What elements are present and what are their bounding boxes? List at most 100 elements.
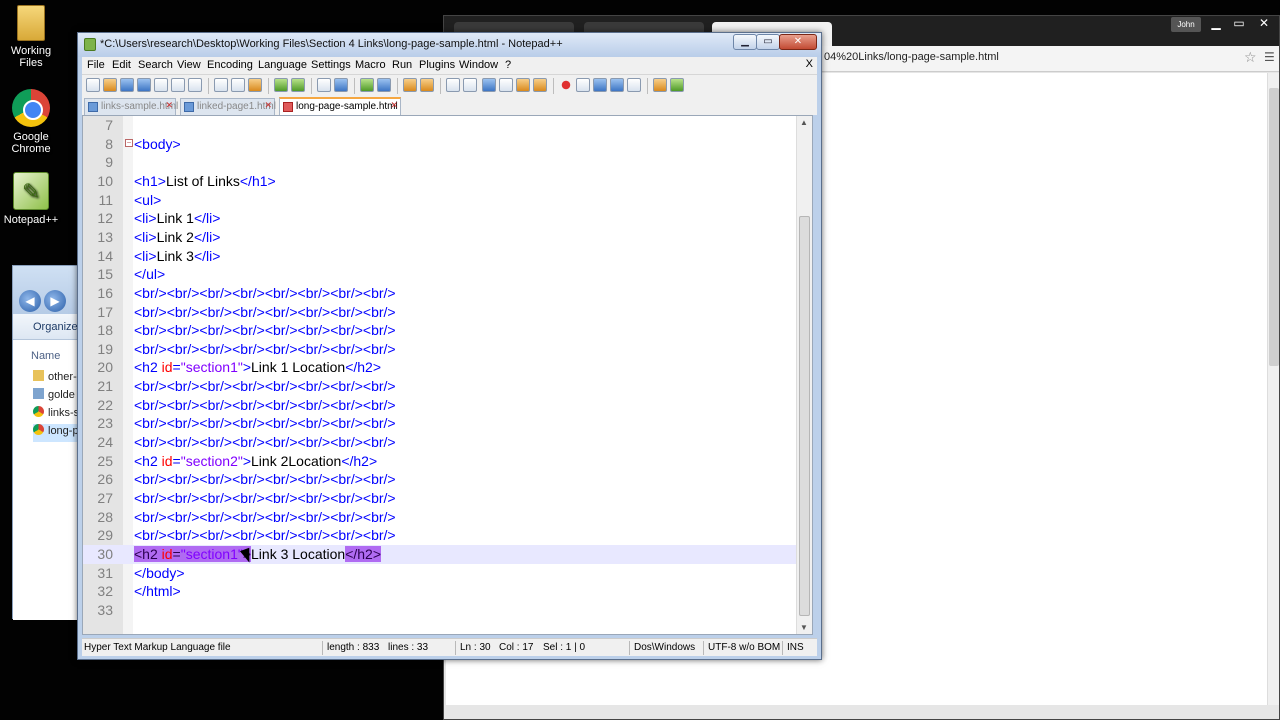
maximize-icon[interactable]: ▭ (1229, 16, 1249, 31)
save-icon[interactable] (120, 78, 134, 92)
close-document-icon[interactable]: X (806, 58, 813, 70)
menu-icon[interactable]: ☰ (1264, 50, 1275, 64)
column-header-name[interactable]: Name (31, 350, 60, 362)
record-macro-icon[interactable] (559, 78, 573, 92)
code-line[interactable]: 11 <ul> (83, 191, 798, 210)
tab-linked-page1[interactable]: linked-page1.html ✕ (180, 98, 276, 115)
code-line[interactable]: 21 <br/><br/><br/><br/><br/><br/><br/><br… (83, 377, 798, 396)
code-line[interactable]: 17 <br/><br/><br/><br/><br/><br/><br/><br… (83, 303, 798, 322)
desktop-icon-google-chrome[interactable]: Google Chrome (0, 89, 63, 155)
code-line[interactable]: 18 <br/><br/><br/><br/><br/><br/><br/><br… (83, 321, 798, 340)
menu-help[interactable]: ? (505, 59, 511, 71)
menu-plugins[interactable]: Plugins (419, 59, 455, 71)
cut-icon[interactable] (214, 78, 228, 92)
sync-horizontal-icon[interactable] (420, 78, 434, 92)
menu-encoding[interactable]: Encoding (207, 59, 253, 71)
minimize-button[interactable]: ▁ (733, 34, 757, 50)
find-icon[interactable] (317, 78, 331, 92)
menu-window[interactable]: Window (459, 59, 498, 71)
code-line[interactable]: 14 <li>Link 3</li> (83, 247, 798, 266)
code-line[interactable]: 13 <li>Link 2</li> (83, 228, 798, 247)
play-macro-icon[interactable] (593, 78, 607, 92)
tab-close-icon[interactable]: ✕ (165, 100, 173, 111)
close-file-icon[interactable] (154, 78, 168, 92)
code-line[interactable]: 24 <br/><br/><br/><br/><br/><br/><br/><br… (83, 433, 798, 452)
code-line[interactable]: 29 <br/><br/><br/><br/><br/><br/><br/><br… (83, 526, 798, 545)
scroll-down-icon[interactable]: ▼ (800, 623, 808, 632)
zoom-out-icon[interactable] (377, 78, 391, 92)
doc-map-icon[interactable] (516, 78, 530, 92)
back-icon[interactable]: ◀ (19, 290, 41, 312)
code-line[interactable]: 30 <h2 id="section1">Link 3 Location</h2> (83, 544, 798, 564)
zoom-in-icon[interactable] (360, 78, 374, 92)
user-language-icon[interactable] (499, 78, 513, 92)
title-bar[interactable]: *C:\Users\research\Desktop\Working Files… (78, 33, 821, 57)
save-all-icon[interactable] (137, 78, 151, 92)
code-line[interactable]: 25 <h2 id="section2">Link 2Location</h2> (83, 452, 798, 471)
scroll-thumb[interactable] (799, 216, 810, 616)
menu-search[interactable]: Search (138, 59, 173, 71)
code-line[interactable]: 16 <br/><br/><br/><br/><br/><br/><br/><br… (83, 284, 798, 303)
redo-icon[interactable] (291, 78, 305, 92)
code-line[interactable]: 27 <br/><br/><br/><br/><br/><br/><br/><br… (83, 489, 798, 508)
menu-language[interactable]: Language (258, 59, 307, 71)
scroll-thumb[interactable] (1269, 88, 1279, 366)
code-line[interactable]: 33 (83, 601, 798, 620)
replace-icon[interactable] (334, 78, 348, 92)
code-line[interactable]: 10 <h1>List of Links</h1> (83, 172, 798, 191)
scroll-up-icon[interactable]: ▲ (800, 118, 808, 127)
code-line[interactable]: 9 (83, 153, 798, 172)
new-file-icon[interactable] (86, 78, 100, 92)
desktop-icon-notepadpp[interactable]: Notepad++ (0, 172, 63, 226)
code-line[interactable]: 20 <h2 id="section1">Link 1 Location</h2> (83, 358, 798, 377)
paste-icon[interactable] (248, 78, 262, 92)
code-line[interactable]: 12 <li>Link 1</li> (83, 209, 798, 228)
menu-edit[interactable]: Edit (112, 59, 131, 71)
code-editor[interactable]: 7 8 − <body> 9 10 <h1>List of Links</h1> 11 <ul>… (82, 115, 813, 635)
menu-view[interactable]: View (177, 59, 201, 71)
tab-long-page-sample[interactable]: long-page-sample.html ✕ (279, 97, 401, 115)
bookmark-star-icon[interactable]: ☆ (1244, 49, 1257, 66)
stop-macro-icon[interactable] (576, 78, 590, 92)
fold-toggle-icon[interactable]: − (125, 138, 133, 147)
spell-check-icon[interactable] (670, 78, 684, 92)
undo-icon[interactable] (274, 78, 288, 92)
organize-button[interactable]: Organize (13, 314, 81, 340)
code-line[interactable]: 32 </html> (83, 582, 798, 601)
menu-run[interactable]: Run (392, 59, 412, 71)
save-macro-icon[interactable] (627, 78, 641, 92)
browser-scrollbar[interactable] (1267, 73, 1279, 705)
code-line[interactable]: 7 (83, 116, 798, 135)
sync-vertical-icon[interactable] (403, 78, 417, 92)
close-button[interactable]: ✕ (779, 34, 817, 50)
plugin-icon[interactable] (653, 78, 667, 92)
minimize-icon[interactable]: ▁ (1206, 16, 1226, 31)
tab-links-sample[interactable]: links-sample.html ✕ (84, 98, 178, 115)
word-wrap-icon[interactable] (446, 78, 460, 92)
code-line[interactable]: 15 </ul> (83, 265, 798, 284)
close-icon[interactable]: ✕ (1254, 16, 1274, 31)
code-line[interactable]: 26 <br/><br/><br/><br/><br/><br/><br/><br… (83, 470, 798, 489)
url-text[interactable]: 04%20Links/long-page-sample.html (824, 51, 999, 63)
code-line[interactable]: 31 </body> (83, 564, 798, 583)
run-macro-multiple-icon[interactable] (610, 78, 624, 92)
function-list-icon[interactable] (533, 78, 547, 92)
tab-close-icon[interactable]: ✕ (390, 100, 398, 111)
tab-close-icon[interactable]: ✕ (264, 100, 272, 111)
menu-macro[interactable]: Macro (355, 59, 386, 71)
code-line[interactable]: 28 <br/><br/><br/><br/><br/><br/><br/><br… (83, 508, 798, 527)
code-line[interactable]: 23 <br/><br/><br/><br/><br/><br/><br/><br… (83, 414, 798, 433)
open-file-icon[interactable] (103, 78, 117, 92)
editor-scrollbar[interactable]: ▲ ▼ (796, 116, 812, 634)
desktop-icon-working-files[interactable]: Working Files (0, 5, 63, 69)
print-icon[interactable] (188, 78, 202, 92)
user-badge[interactable]: John (1171, 17, 1201, 32)
code-line[interactable]: 19 <br/><br/><br/><br/><br/><br/><br/><br… (83, 340, 798, 359)
indent-guide-icon[interactable] (482, 78, 496, 92)
forward-icon[interactable]: ▶ (44, 290, 66, 312)
show-all-chars-icon[interactable] (463, 78, 477, 92)
maximize-button[interactable]: ▭ (756, 34, 780, 50)
code-line[interactable]: 22 <br/><br/><br/><br/><br/><br/><br/><br… (83, 396, 798, 415)
close-all-icon[interactable] (171, 78, 185, 92)
menu-settings[interactable]: Settings (311, 59, 351, 71)
